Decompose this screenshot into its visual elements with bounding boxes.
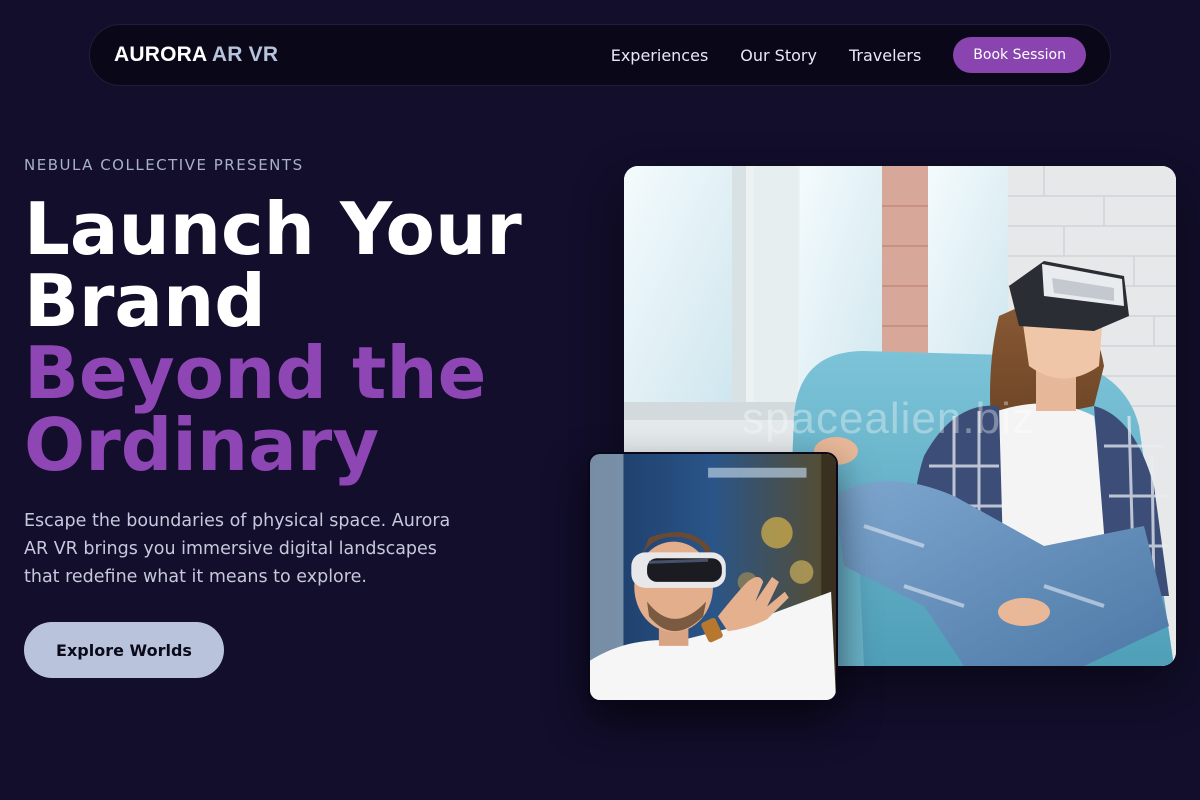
headline-line-3: Beyond the [24,331,487,415]
explore-worlds-button[interactable]: Explore Worlds [24,622,224,678]
nav-link-our-story[interactable]: Our Story [740,46,817,65]
hero-headline: Launch Your Brand Beyond the Ordinary [24,193,584,481]
brand-primary: AURORA [114,43,207,66]
headline-line-4: Ordinary [24,403,380,487]
nav-link-experiences[interactable]: Experiences [611,46,709,65]
nav-link-travelers[interactable]: Travelers [849,46,921,65]
hero-description: Escape the boundaries of physical space.… [24,511,451,587]
man-vr-illustration [590,454,836,700]
landing-page: AURORA AR VR Experiences Our Story Trave… [0,0,1200,800]
hero-eyebrow: NEBULA COLLECTIVE PRESENTS [24,156,304,174]
brand-logo[interactable]: AURORA AR VR [114,43,278,67]
book-session-button[interactable]: Book Session [953,37,1086,73]
headline-line-1: Launch Your [24,187,522,271]
hero-image-man-vr [588,452,838,702]
brand-secondary: AR VR [211,43,279,66]
headline-line-2: Brand [24,259,266,343]
nav-links: Experiences Our Story Travelers Book Ses… [611,37,1086,73]
top-navigation: AURORA AR VR Experiences Our Story Trave… [89,24,1111,86]
